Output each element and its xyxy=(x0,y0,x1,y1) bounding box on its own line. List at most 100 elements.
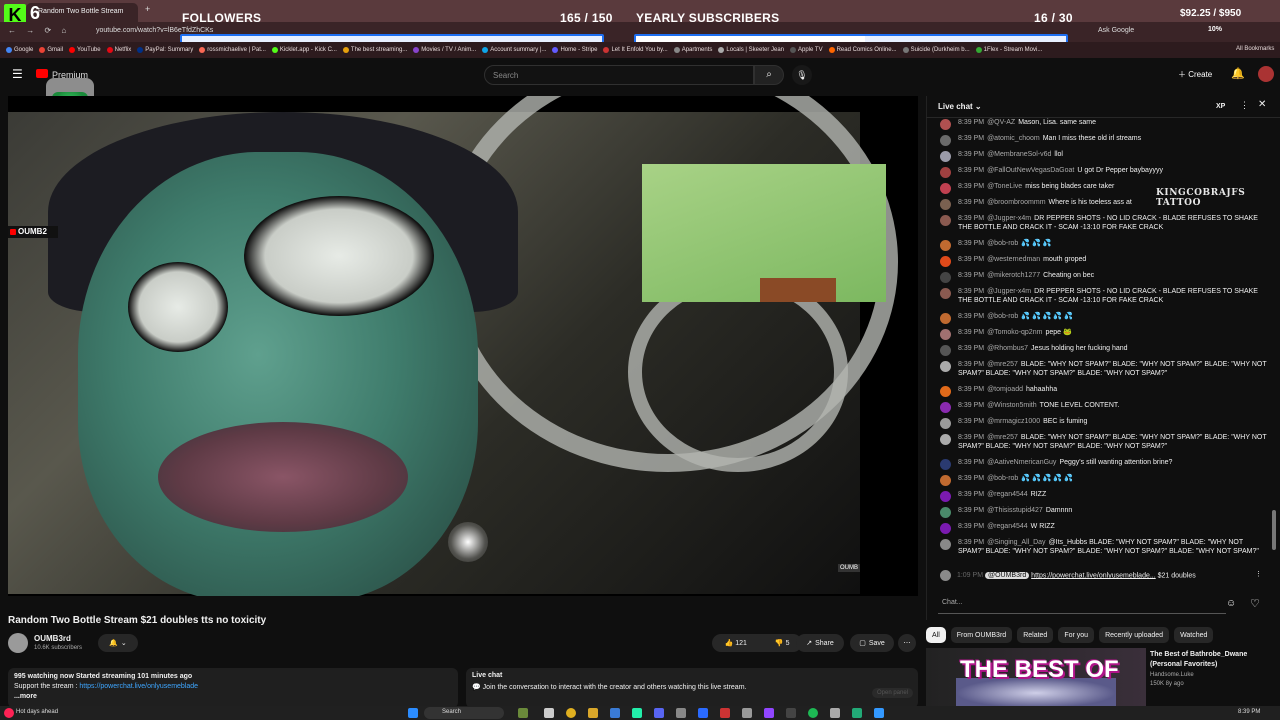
chat-message[interactable]: 8:39 PM @mikerotch1277 Cheating on bec xyxy=(940,271,1270,283)
support-link[interactable]: https://powerchat.live/onlyusemeblade xyxy=(79,683,198,690)
bookmark-item[interactable]: Let It Enfold You by... xyxy=(603,42,668,58)
new-tab-button[interactable]: + xyxy=(145,4,150,14)
taskbar-app-icon[interactable] xyxy=(518,708,528,718)
chat-message[interactable]: 8:39 PM @Jugper-x4m DR PEPPER SHOTS - NO L… xyxy=(940,287,1270,305)
bookmark-item[interactable]: Apple TV xyxy=(790,42,823,58)
chat-more-icon[interactable]: ⋮ xyxy=(1240,100,1249,111)
ask-google-button[interactable]: Ask Google xyxy=(1098,27,1134,34)
chat-author[interactable]: @mre257 xyxy=(987,434,1018,441)
search-input[interactable]: Search xyxy=(484,65,754,85)
filter-chip[interactable]: Recently uploaded xyxy=(1099,627,1170,643)
taskview-icon[interactable] xyxy=(544,708,554,718)
bookmark-item[interactable]: Apartments xyxy=(673,42,712,58)
chat-message[interactable]: 8:39 PM @Rhombus7 Jesus holding her fuckin… xyxy=(940,344,1270,356)
file-explorer-icon[interactable] xyxy=(588,708,598,718)
windows-start-icon[interactable] xyxy=(408,708,418,718)
share-button[interactable]: ↗ Share xyxy=(796,634,844,652)
chat-author[interactable]: @regan4544 xyxy=(987,523,1028,530)
taskbar-app-icon[interactable] xyxy=(610,708,620,718)
chat-author[interactable]: @atomic_choom xyxy=(987,135,1040,142)
chat-author[interactable]: @AativeNmericanGuy xyxy=(987,459,1056,466)
all-bookmarks[interactable]: All Bookmarks xyxy=(1236,46,1274,52)
url-field[interactable]: youtube.com/watch?v=lB6eTfdZhCKs xyxy=(96,27,213,34)
youtube-logo-icon[interactable] xyxy=(36,69,48,78)
bookmark-item[interactable]: Home - Stripe xyxy=(552,42,597,58)
chat-message[interactable]: 8:39 PM @Tomoko-qp2nm pepe 🐸 xyxy=(940,328,1270,340)
user-avatar[interactable] xyxy=(1258,66,1274,82)
chat-author[interactable]: @Singing_All_Day xyxy=(987,539,1045,546)
chat-message[interactable]: 8:39 PM @westernedman mouth groped xyxy=(940,255,1270,267)
filter-chip[interactable]: All xyxy=(926,627,946,643)
chat-input[interactable]: Chat... xyxy=(938,594,1226,614)
channel-name[interactable]: OUMB3rd xyxy=(34,634,71,643)
home-icon[interactable]: ⌂ xyxy=(61,26,66,35)
chat-message[interactable]: 8:39 PM @MembraneSol-v6d llol xyxy=(940,150,1270,162)
chat-author[interactable]: @FallOutNewVegasDaGoat xyxy=(987,167,1074,174)
recommended-title[interactable]: The Best of Bathrobe_Dwane (Personal Fav… xyxy=(1150,650,1276,670)
search-icon[interactable]: ⌕ xyxy=(754,65,784,85)
chat-message[interactable]: 8:39 PM @Thisisstupid427 Damnnn xyxy=(940,506,1270,518)
chat-message[interactable]: 8:39 PM @Winston5mith TONE LEVEL CONTENT. xyxy=(940,401,1270,413)
pinned-more-icon[interactable]: ⋮ xyxy=(1255,570,1262,578)
chat-author[interactable]: @mrmagicz1000 xyxy=(987,418,1040,425)
chat-message[interactable]: 8:39 PM @FallOutNewVegasDaGoat U got Dr Pe… xyxy=(940,166,1270,178)
taskbar-app-icon[interactable] xyxy=(852,708,862,718)
bookmark-item[interactable]: rossmichaelive | Pat... xyxy=(199,42,266,58)
bookmark-item[interactable]: Movies / TV / Anim... xyxy=(413,42,476,58)
menu-icon[interactable]: ☰ xyxy=(12,67,23,81)
close-icon[interactable]: ✕ xyxy=(1258,99,1266,110)
pinned-link[interactable]: https://powerchat.live/onlyusemeblade... xyxy=(1031,572,1156,579)
chat-message[interactable]: 8:39 PM @Singing_All_Day @Its_Hubbs BLADE:… xyxy=(940,538,1270,556)
weather-text[interactable]: Hot days ahead xyxy=(16,709,58,715)
chat-author[interactable]: @regan4544 xyxy=(987,491,1028,498)
chat-message[interactable]: 8:39 PM @regan4544 RIZZ xyxy=(940,490,1270,502)
chat-author[interactable]: @Jugper-x4m xyxy=(987,288,1031,295)
chat-author[interactable]: @mre257 xyxy=(987,361,1018,368)
bookmark-item[interactable]: Kicklet.app - Kick C... xyxy=(271,42,337,58)
channel-avatar[interactable] xyxy=(8,633,28,653)
recommended-channel[interactable]: Handsome.Luke xyxy=(1150,672,1194,678)
bookmark-item[interactable]: Gmail xyxy=(39,42,63,58)
discord-icon[interactable] xyxy=(654,708,664,718)
chat-message[interactable]: 8:39 PM @mre257 BLADE: "WHY NOT SPAM?" BLA… xyxy=(940,360,1270,378)
chat-scrollbar[interactable] xyxy=(1272,510,1276,550)
forward-icon[interactable]: → xyxy=(26,26,34,35)
chat-author[interactable]: @Jugper-x4m xyxy=(987,215,1031,222)
taskbar-app-icon[interactable] xyxy=(632,708,642,718)
taskbar-search[interactable]: Search xyxy=(424,707,504,719)
bookmark-item[interactable]: Suicide (Durkheim b... xyxy=(902,42,970,58)
chat-message[interactable]: 8:39 PM @atomic_choom Man I miss these old… xyxy=(940,134,1270,146)
filter-chip[interactable]: Related xyxy=(1017,627,1054,643)
chat-message[interactable]: 8:39 PM @mre257 BLADE: "WHY NOT SPAM?" BLA… xyxy=(940,433,1270,451)
chat-author[interactable]: @QV-AZ xyxy=(987,119,1015,126)
video-player[interactable]: OUMB OUMB2 xyxy=(8,96,918,596)
create-button[interactable]: ＋ Create xyxy=(1178,69,1212,80)
microphone-icon[interactable]: 🎙 xyxy=(792,65,812,85)
taskbar-app-icon[interactable] xyxy=(720,708,730,718)
subscribe-bell-button[interactable]: 🔔 ⌄ xyxy=(98,634,138,652)
like-button[interactable]: 👍 121 xyxy=(725,639,747,647)
chat-author[interactable]: @bob-rob xyxy=(987,475,1018,482)
bookmark-item[interactable]: Locals | Skeeter Jean xyxy=(718,42,784,58)
taskbar-app-icon[interactable] xyxy=(874,708,884,718)
chat-message[interactable]: 8:39 PM @AativeNmericanGuy Peggy's still w… xyxy=(940,458,1270,470)
dislike-button[interactable]: 👎 5 xyxy=(775,639,790,647)
chat-author[interactable]: @mikerotch1277 xyxy=(987,272,1040,279)
more-link[interactable]: ...more xyxy=(14,692,452,702)
chat-author[interactable]: @ToneLive xyxy=(987,183,1022,190)
spotify-icon[interactable] xyxy=(808,708,818,718)
chat-message[interactable]: 8:39 PM @tomjoadd hahaahha xyxy=(940,385,1270,397)
filter-chip[interactable]: From OUMB3rd xyxy=(950,627,1013,643)
chat-message[interactable]: 8:39 PM @regan4544 W RIZZ xyxy=(940,522,1270,534)
reload-icon[interactable]: ⟳ xyxy=(44,26,51,35)
chat-message[interactable]: 8:39 PM @bob-rob 💦 💦 💦 xyxy=(940,239,1270,251)
filter-chip[interactable]: Watched xyxy=(1174,627,1214,643)
chat-message[interactable]: 8:39 PM @QV-AZ Mason, Lisa. same same xyxy=(940,118,1270,130)
bookmark-item[interactable]: Account summary |... xyxy=(482,42,546,58)
chat-author[interactable]: @bob-rob xyxy=(987,313,1018,320)
chat-message[interactable]: 8:39 PM @mrmagicz1000 BEC is fuming xyxy=(940,417,1270,429)
chat-author[interactable]: @broombroommm xyxy=(987,199,1045,206)
chat-author[interactable]: @Thisisstupid427 xyxy=(987,507,1043,514)
description-box[interactable]: 995 watching now Started streaming 101 m… xyxy=(8,668,458,708)
bookmark-item[interactable]: Read Comics Online... xyxy=(828,42,897,58)
